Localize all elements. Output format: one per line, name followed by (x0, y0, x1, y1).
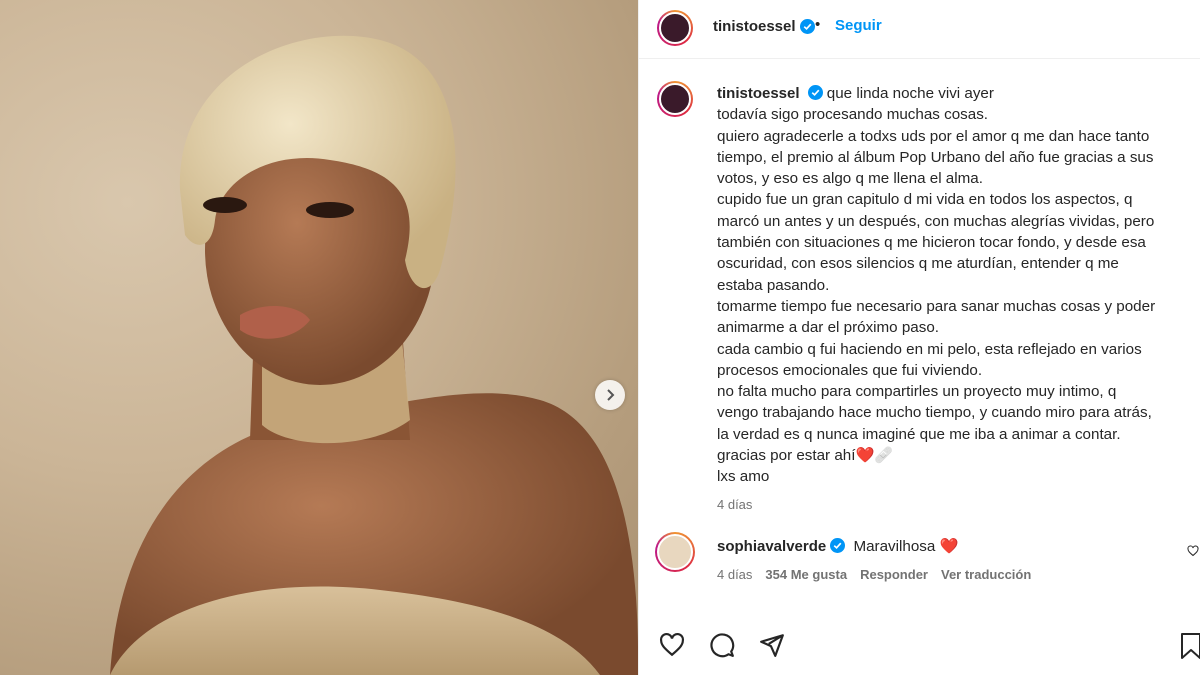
caption-line: todavía sigo procesando muchas cosas. (717, 106, 989, 124)
caption-line: cupido fue un gran capitulo d mi vida en… (717, 191, 1133, 209)
follow-button[interactable]: Seguir (835, 17, 882, 34)
caption-username[interactable]: tinistoessel (717, 85, 800, 102)
verified-badge-icon (800, 19, 815, 39)
caption-line: lxs amo (717, 468, 770, 486)
comment-meta: 4 días 354 Me gusta Responder Ver traduc… (717, 567, 1031, 582)
like-heart-icon[interactable] (657, 630, 687, 660)
next-image-button[interactable] (595, 380, 625, 410)
header-username[interactable]: tinistoessel (713, 18, 796, 35)
caption-line: animarme a dar el próximo paso. (717, 319, 940, 337)
caption-line: no falta mucho para compartirles un proy… (717, 383, 1117, 401)
comment: sophiavalverde Maravilhosa ❤️ (717, 537, 958, 555)
post-timestamp[interactable]: 4 días (717, 494, 1187, 515)
caption-avatar[interactable] (657, 81, 693, 117)
caption-line: la verdad es q nunca imaginé que me iba … (717, 425, 1121, 443)
verified-badge-icon (830, 538, 846, 553)
caption-line: quiero agradecerle a todxs uds por el am… (717, 127, 1150, 145)
chevron-right-icon (607, 389, 615, 401)
caption-line: votos, y eso es algo q me llena el alma. (717, 170, 983, 188)
portrait-illustration (110, 35, 638, 675)
caption-line: estaba pasando. (717, 276, 830, 294)
caption-line: procesos emocionales que fui viviendo. (717, 361, 983, 379)
caption-line: oscuridad, con esos silencios q me aturd… (717, 255, 1119, 273)
post-photo (0, 0, 638, 675)
comment-timestamp[interactable]: 4 días (717, 567, 752, 582)
caption-first-line: que linda noche vivi ayer (826, 85, 994, 102)
caption-line: vengo trabajando hace mucho tiempo, y cu… (717, 404, 1152, 422)
comment-username[interactable]: sophiavalverde (717, 538, 826, 555)
verified-badge-icon (807, 85, 823, 100)
caption-line: marcó un antes y un después, con muchas … (717, 212, 1155, 230)
post-caption: tinistoessel que linda noche vivi ayer t… (717, 83, 1187, 515)
comment-avatar[interactable] (655, 532, 695, 572)
caption-line: gracias por estar ahí❤️🩹 (717, 447, 894, 465)
comment-bubble-icon[interactable] (707, 630, 737, 660)
caption-line: también con situaciones q me hicieron to… (717, 234, 1146, 252)
avatar[interactable] (657, 10, 693, 46)
comment-likes[interactable]: 354 Me gusta (765, 567, 847, 582)
reply-button[interactable]: Responder (860, 567, 928, 582)
post-actions (657, 630, 787, 660)
comment-text: Maravilhosa ❤️ (853, 538, 959, 555)
post-header: tinistoessel • Seguir (639, 0, 1200, 59)
save-bookmark-icon[interactable] (1179, 632, 1200, 665)
dot-separator: • (815, 16, 821, 33)
share-icon[interactable] (757, 630, 787, 660)
post-panel: tinistoessel • Seguir tinistoessel que l… (638, 0, 1200, 675)
caption-line: cada cambio q fui haciendo en mi pelo, e… (717, 340, 1142, 358)
caption-line: tomarme tiempo fue necesario para sanar … (717, 297, 1156, 315)
caption-line: tiempo, el premio al álbum Pop Urbano de… (717, 148, 1154, 166)
translate-button[interactable]: Ver traducción (941, 567, 1031, 582)
comment-like-heart-icon[interactable] (1187, 544, 1199, 562)
